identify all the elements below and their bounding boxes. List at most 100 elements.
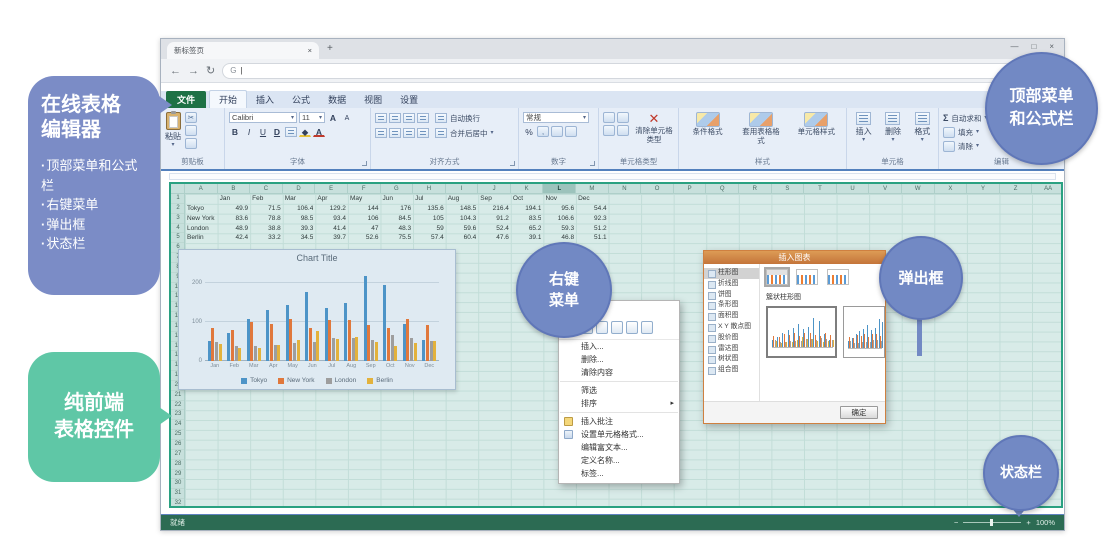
chart-preview-alt[interactable]	[843, 306, 885, 358]
dialog-launcher-icon[interactable]	[590, 161, 595, 166]
sheet-cell[interactable]: New York	[186, 214, 216, 224]
column-header-I[interactable]: I	[446, 184, 479, 194]
column-header-C[interactable]: C	[250, 184, 283, 194]
celltype-button-icon[interactable]	[603, 112, 615, 123]
sheet-cell[interactable]: Jun	[382, 194, 412, 204]
double-underline-button[interactable]: D	[271, 126, 283, 137]
ribbon-tab-1[interactable]: 开始	[209, 90, 247, 108]
align-middle-icon[interactable]	[389, 113, 401, 123]
reload-icon[interactable]: ↻	[206, 64, 215, 77]
column-header-G[interactable]: G	[381, 184, 414, 194]
embedded-chart[interactable]: Chart Title 0100200JanFebMarAprMayJunJul…	[178, 249, 456, 390]
zoom-slider[interactable]	[963, 522, 1021, 523]
ribbon-tab-2[interactable]: 插入	[247, 91, 283, 108]
clear-celltype-button[interactable]: ✕ 清除单元格类型	[635, 112, 673, 144]
underline-button[interactable]: U	[257, 126, 269, 137]
sheet-cell[interactable]: 104.3	[447, 214, 477, 224]
column-header-O[interactable]: O	[641, 184, 674, 194]
browser-tab[interactable]: 新标签页 ×	[167, 42, 319, 59]
sheet-cell[interactable]: Oct	[512, 194, 542, 204]
chart-type-item[interactable]: 条形图	[704, 300, 759, 311]
column-header-W[interactable]: W	[902, 184, 935, 194]
sheet-cell[interactable]: 48.9	[219, 224, 249, 234]
column-header-T[interactable]: T	[804, 184, 837, 194]
row-number-22[interactable]: 22	[171, 401, 185, 411]
sheet-cell[interactable]: 60.4	[447, 233, 477, 243]
sheet-cell[interactable]: 92.3	[577, 214, 607, 224]
address-bar[interactable]: G |	[222, 63, 1055, 79]
row-number-21[interactable]: 21	[171, 391, 185, 401]
sheet-cell[interactable]: 93.4	[316, 214, 346, 224]
ribbon-tab-file[interactable]: 文件	[166, 91, 206, 108]
sheet-cell[interactable]: Apr	[316, 194, 346, 204]
chart-type-item[interactable]: 折线图	[704, 279, 759, 290]
maximize-icon[interactable]: □	[1031, 42, 1036, 51]
chart-type-item[interactable]: 雷达图	[704, 344, 759, 355]
sheet-cell[interactable]: 47	[349, 224, 379, 234]
conditional-format-button[interactable]: 条件格式	[688, 112, 728, 137]
row-number-5[interactable]: 5	[171, 233, 185, 243]
zoom-out-icon[interactable]: −	[954, 518, 958, 527]
paste-option-icon[interactable]	[611, 321, 623, 334]
sheet-cell[interactable]: 75.5	[382, 233, 412, 243]
row-number-32[interactable]: 32	[171, 499, 185, 506]
indent-icon[interactable]	[417, 128, 429, 138]
sheet-cell[interactable]: 95.6	[544, 204, 574, 214]
sheet-cell[interactable]: 78.8	[251, 214, 281, 224]
row-number-1[interactable]: 1	[171, 194, 185, 204]
shrink-font-icon[interactable]: A	[341, 112, 353, 123]
formula-bar[interactable]	[169, 173, 1056, 180]
zoom-in-icon[interactable]: +	[1026, 518, 1030, 527]
sheet-cell[interactable]: 176	[382, 204, 412, 214]
context-menu-item[interactable]: 设置单元格格式...	[559, 428, 679, 441]
sheet-cell[interactable]: 98.5	[284, 214, 314, 224]
sheet-cell[interactable]: 84.5	[382, 214, 412, 224]
chart-type-item[interactable]: 组合图	[704, 365, 759, 376]
dialog-launcher-icon[interactable]	[510, 161, 515, 166]
sheet-cell[interactable]: Berlin	[186, 233, 216, 243]
ribbon-tab-3[interactable]: 公式	[283, 91, 319, 108]
sheet-cell[interactable]: 49.9	[219, 204, 249, 214]
sheet-cell[interactable]: 33.2	[251, 233, 281, 243]
column-header-B[interactable]: B	[218, 184, 251, 194]
sheet-cell[interactable]: 34.5	[284, 233, 314, 243]
sheet-cell[interactable]: 39.3	[284, 224, 314, 234]
row-number-30[interactable]: 30	[171, 479, 185, 489]
subtype-stacked-icon[interactable]	[796, 269, 818, 285]
column-header-K[interactable]: K	[511, 184, 544, 194]
sheet-cell[interactable]: Nov	[544, 194, 574, 204]
sheet-cell[interactable]: 41.4	[316, 224, 346, 234]
comma-style-icon[interactable]: ,	[537, 126, 549, 137]
sheet-cell[interactable]: 42.4	[219, 233, 249, 243]
back-icon[interactable]: ←	[170, 65, 181, 77]
sheet-cell[interactable]: 83.5	[512, 214, 542, 224]
column-header-Q[interactable]: Q	[706, 184, 739, 194]
column-header-L[interactable]: L	[543, 184, 576, 194]
row-number-28[interactable]: 28	[171, 460, 185, 470]
chart-preview-selected[interactable]	[766, 306, 837, 358]
number-format-select[interactable]: 常规▾	[523, 112, 589, 123]
format-as-table-button[interactable]: 套用表格格式	[741, 112, 781, 145]
sheet-cell[interactable]: Jan	[219, 194, 249, 204]
row-number-25[interactable]: 25	[171, 430, 185, 440]
sheet-cell[interactable]: 52.6	[349, 233, 379, 243]
row-number-26[interactable]: 26	[171, 440, 185, 450]
sheet-cell[interactable]: 106	[349, 214, 379, 224]
column-header-N[interactable]: N	[609, 184, 642, 194]
merge-center-button[interactable]: 合并后居中▾	[435, 127, 494, 139]
sheet-cell[interactable]: Tokyo	[186, 204, 216, 214]
row-number-31[interactable]: 31	[171, 489, 185, 499]
context-menu-item[interactable]: 排序▸	[559, 397, 679, 410]
cut-icon[interactable]: ✂	[185, 112, 197, 123]
subtype-percent-icon[interactable]	[827, 269, 849, 285]
context-menu-item[interactable]: 标签...	[559, 467, 679, 480]
chart-type-item[interactable]: 树状图	[704, 354, 759, 365]
sheet-cell[interactable]: 51.1	[577, 233, 607, 243]
sheet-cell[interactable]: May	[349, 194, 379, 204]
column-header-J[interactable]: J	[478, 184, 511, 194]
sheet-cell[interactable]: 216.4	[479, 204, 509, 214]
decrease-decimal-icon[interactable]	[565, 126, 577, 137]
grow-font-icon[interactable]: A	[327, 112, 339, 123]
sheet-cell[interactable]: 38.8	[251, 224, 281, 234]
sheet-cell[interactable]: 106.4	[284, 204, 314, 214]
